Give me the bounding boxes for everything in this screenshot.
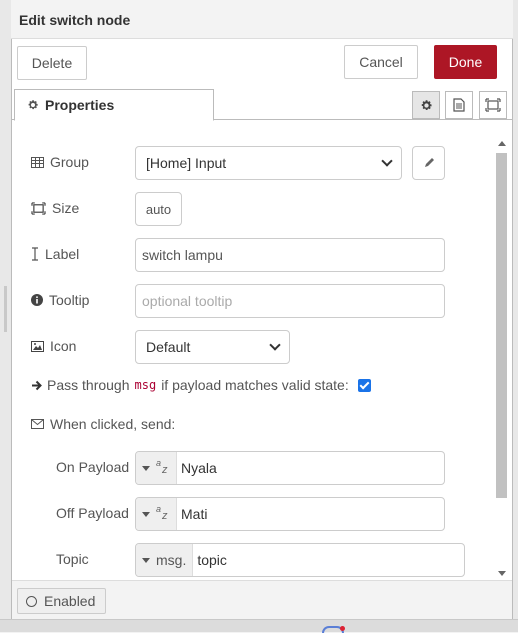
when-clicked-row-label: When clicked, send: [31,416,175,432]
page-title: Edit switch node [19,12,131,28]
label-row-label: Label [31,246,79,262]
on-payload-input[interactable]: az Nyala [135,451,445,485]
passthrough-checkbox[interactable] [357,378,371,392]
bottom-strip [0,619,518,633]
cancel-button[interactable]: Cancel [344,45,418,79]
scroll-up-arrow[interactable] [498,141,506,146]
arrow-right-icon [32,380,42,390]
text-cursor-icon [32,247,38,261]
icon-select-value: Default [146,339,191,355]
tab-settings[interactable] [412,91,440,119]
off-payload-label: Off Payload [56,505,129,521]
on-payload-row-label: On Payload [56,459,129,475]
resize-grip[interactable] [4,286,7,332]
scrollbar[interactable] [494,137,509,580]
topic-label: Topic [56,551,89,567]
canvas-left-edge [0,0,11,632]
frame-icon [31,201,46,215]
string-type-icon: az [156,504,168,522]
caret-down-icon [142,465,150,471]
logo-dot-icon [340,626,345,631]
passthrough-text-before: Pass through [47,377,130,393]
size-label: Size [52,200,80,216]
circle-icon [26,595,37,607]
off-payload-type-select[interactable]: az [136,498,177,530]
pencil-icon [424,158,434,167]
tab-properties-label: Properties [45,97,115,113]
off-payload-row-label: Off Payload [56,505,129,521]
edit-group-button[interactable] [412,146,445,180]
delete-button[interactable]: Delete [17,46,87,80]
enabled-label: Enabled [44,593,96,609]
topic-type-select[interactable]: msg. [136,544,194,576]
passthrough-row: Pass through msg if payload matches vali… [31,377,371,393]
tooltip-row-label: Tooltip [31,292,89,308]
on-payload-label: On Payload [56,459,130,475]
off-payload-input[interactable]: az Mati [135,497,445,531]
size-auto-button[interactable]: auto [135,192,182,226]
on-payload-value: Nyala [181,460,217,476]
table-icon [31,156,44,168]
string-type-icon: az [156,458,168,476]
frame-icon [485,98,501,112]
topic-row-label: Topic [56,551,89,567]
group-select[interactable]: [Home] Input [135,146,402,180]
group-label: Group [50,154,89,170]
icon-select[interactable]: Default [135,330,290,364]
when-clicked-label: When clicked, send: [50,416,176,432]
topic-type-label: msg. [156,552,187,568]
caret-down-icon [142,511,150,517]
tab-properties[interactable]: Properties [14,89,214,121]
topic-input[interactable]: msg. topic [135,543,465,577]
tooltip-input[interactable]: optional tooltip [135,284,445,318]
chevron-down-icon [381,155,393,167]
passthrough-code: msg [134,378,157,392]
scroll-down-arrow[interactable] [498,571,506,576]
off-payload-value: Mati [181,506,208,522]
topic-value: topic [197,552,227,568]
enabled-toggle-button[interactable]: Enabled [17,588,106,614]
size-row-label: Size [31,200,79,216]
image-icon [31,340,44,352]
info-circle-icon [31,294,43,306]
document-icon [453,98,465,112]
caret-down-icon [142,557,150,563]
icon-label: Icon [50,338,77,354]
tab-appearance[interactable] [479,91,507,119]
tooltip-label: Tooltip [49,292,90,308]
canvas-right-edge [513,0,518,632]
icon-row-label: Icon [31,338,76,354]
gear-icon [28,100,38,110]
chevron-down-icon [269,339,281,351]
scroll-thumb[interactable] [496,153,507,498]
tab-description[interactable] [445,91,473,119]
tray-header: Edit switch node [11,0,513,39]
label-input[interactable]: switch lampu [135,238,445,272]
tab-bar: Properties [12,89,512,121]
gear-icon [421,99,432,110]
label-label: Label [45,246,80,262]
on-payload-type-select[interactable]: az [136,452,177,484]
group-row-label: Group [31,154,89,170]
group-select-value: [Home] Input [146,155,227,171]
envelope-icon [31,419,44,429]
done-button[interactable]: Done [434,45,497,79]
passthrough-text-after: if payload matches valid state: [161,377,349,393]
tray-footer: Enabled [12,580,512,619]
